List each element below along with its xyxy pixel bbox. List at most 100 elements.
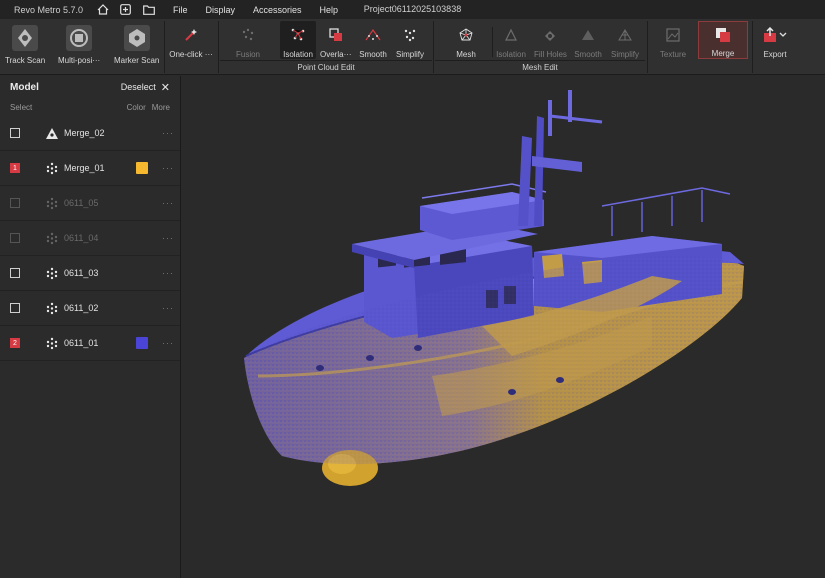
color-swatch[interactable] [136, 337, 148, 349]
table-row[interactable]: 2 0611_01 ··· [0, 326, 180, 361]
point-cloud-icon [45, 231, 59, 245]
export-label: Export [763, 50, 787, 59]
table-row[interactable]: Merge_02 ··· [0, 116, 180, 151]
mesh-simplify-icon [610, 21, 640, 49]
pc-simplify-button[interactable]: Simplify [395, 21, 425, 59]
fill-holes-icon [535, 21, 565, 49]
track-scan-button[interactable]: Track Scan [5, 21, 45, 65]
texture-button[interactable]: Texture [658, 21, 688, 59]
mesh-simplify-label: Simplify [610, 50, 639, 59]
deselect-label: Deselect [120, 82, 156, 92]
row-checkbox[interactable] [10, 198, 20, 208]
color-swatch[interactable] [136, 162, 148, 174]
table-row[interactable]: 1 Merge_01 ··· [0, 151, 180, 186]
one-click-button[interactable]: One-click ··· [168, 21, 214, 59]
menu-help[interactable]: Help [320, 5, 339, 15]
point-cloud-edit-label: Point Cloud Edit [297, 63, 355, 72]
fusion-button[interactable]: Fusion [233, 21, 263, 59]
mesh-smooth-label: Smooth [574, 50, 602, 59]
mesh-simplify-button[interactable]: Simplify [610, 21, 640, 59]
more-menu-icon[interactable]: ··· [162, 303, 174, 313]
point-cloud-icon [45, 266, 59, 280]
row-checkbox[interactable] [10, 128, 20, 138]
row-name: Merge_02 [64, 128, 105, 138]
merge-button[interactable]: Merge [698, 21, 748, 59]
more-menu-icon[interactable]: ··· [162, 338, 174, 348]
row-name: Merge_01 [64, 163, 105, 173]
point-cloud-icon [45, 196, 59, 210]
pc-isolation-button[interactable]: Isolation [280, 21, 316, 59]
mesh-icon [45, 126, 59, 140]
deselect-button[interactable]: Deselect ✕ [121, 81, 170, 94]
more-menu-icon[interactable]: ··· [162, 163, 174, 173]
menu-accessories[interactable]: Accessories [253, 5, 302, 15]
isolation-icon [283, 21, 313, 49]
row-checkbox[interactable]: 1 [10, 163, 20, 173]
track-scan-label: Track Scan [5, 56, 46, 65]
more-menu-icon[interactable]: ··· [162, 268, 174, 278]
more-menu-icon[interactable]: ··· [162, 128, 174, 138]
main-toolbar: Track Scan Multi-posi··· Marker Scan One… [0, 19, 825, 75]
overlap-button[interactable]: Overla··· [320, 21, 352, 59]
mesh-button[interactable]: Mesh [451, 21, 481, 59]
one-click-label: One-click ··· [169, 50, 213, 59]
mesh-isolation-label: Isolation [496, 50, 526, 59]
new-project-icon[interactable] [119, 4, 132, 16]
home-icon[interactable] [96, 4, 109, 16]
panel-title: Model [10, 81, 39, 93]
texture-icon [658, 21, 688, 49]
mesh-isolation-button[interactable]: Isolation [496, 21, 526, 59]
panel-header: Model Deselect ✕ [0, 76, 180, 98]
overlap-label: Overla··· [320, 50, 352, 59]
table-row[interactable]: 0611_03 ··· [0, 256, 180, 291]
texture-label: Texture [659, 50, 687, 59]
merge-icon [708, 22, 738, 48]
fill-holes-button[interactable]: Fill Holes [534, 21, 567, 59]
marker-scan-icon [120, 21, 154, 55]
wand-icon [176, 21, 206, 49]
track-scan-icon [8, 21, 42, 55]
title-bar: Revo Metro 5.7.0 File Display Accessorie… [0, 0, 825, 19]
more-menu-icon[interactable]: ··· [162, 198, 174, 208]
row-checkbox[interactable] [10, 233, 20, 243]
row-checkbox[interactable] [10, 303, 20, 313]
menu-bar: File Display Accessories Help [173, 5, 356, 15]
mesh-icon [451, 21, 481, 49]
pc-smooth-button[interactable]: Smooth [358, 21, 388, 59]
row-name: 0611_03 [64, 268, 99, 278]
row-name: 0611_01 [64, 338, 99, 348]
menu-file[interactable]: File [173, 5, 188, 15]
row-checkbox[interactable]: 2 [10, 338, 20, 348]
app-title: Revo Metro 5.7.0 [14, 4, 84, 15]
model-panel: Model Deselect ✕ Select Color More Merge… [0, 76, 181, 578]
point-cloud-icon [45, 301, 59, 315]
export-button[interactable]: Export [760, 21, 790, 59]
marker-scan-button[interactable]: Marker Scan [114, 21, 159, 65]
fusion-icon [233, 21, 263, 49]
open-folder-icon[interactable] [142, 4, 155, 16]
point-cloud-icon [45, 161, 59, 175]
col-more: More [151, 102, 170, 112]
marker-scan-label: Marker Scan [114, 56, 160, 65]
table-row[interactable]: 0611_02 ··· [0, 291, 180, 326]
fill-holes-label: Fill Holes [534, 50, 567, 59]
simplify-icon [395, 21, 425, 49]
mesh-smooth-button[interactable]: Smooth [573, 21, 603, 59]
3d-viewport[interactable] [182, 76, 825, 578]
mesh-smooth-icon [573, 21, 603, 49]
row-name: 0611_02 [64, 303, 99, 313]
table-row[interactable]: 0611_04 ··· [0, 221, 180, 256]
row-checkbox[interactable] [10, 268, 20, 278]
model-list: Merge_02 ··· 1 Merge_01 ··· 0611_05 ··· 0611_04… [0, 116, 180, 361]
menu-display[interactable]: Display [206, 5, 236, 15]
col-select: Select [10, 102, 33, 112]
multi-position-button[interactable]: Multi-posi··· [58, 21, 100, 65]
col-color: Color [126, 102, 146, 112]
mesh-label: Mesh [456, 50, 476, 59]
pc-isolation-label: Isolation [283, 50, 313, 59]
more-menu-icon[interactable]: ··· [162, 233, 174, 243]
row-name: 0611_05 [64, 198, 99, 208]
table-row[interactable]: 0611_05 ··· [0, 186, 180, 221]
fusion-label: Fusion [235, 50, 260, 59]
mesh-edit-label: Mesh Edit [522, 63, 558, 72]
